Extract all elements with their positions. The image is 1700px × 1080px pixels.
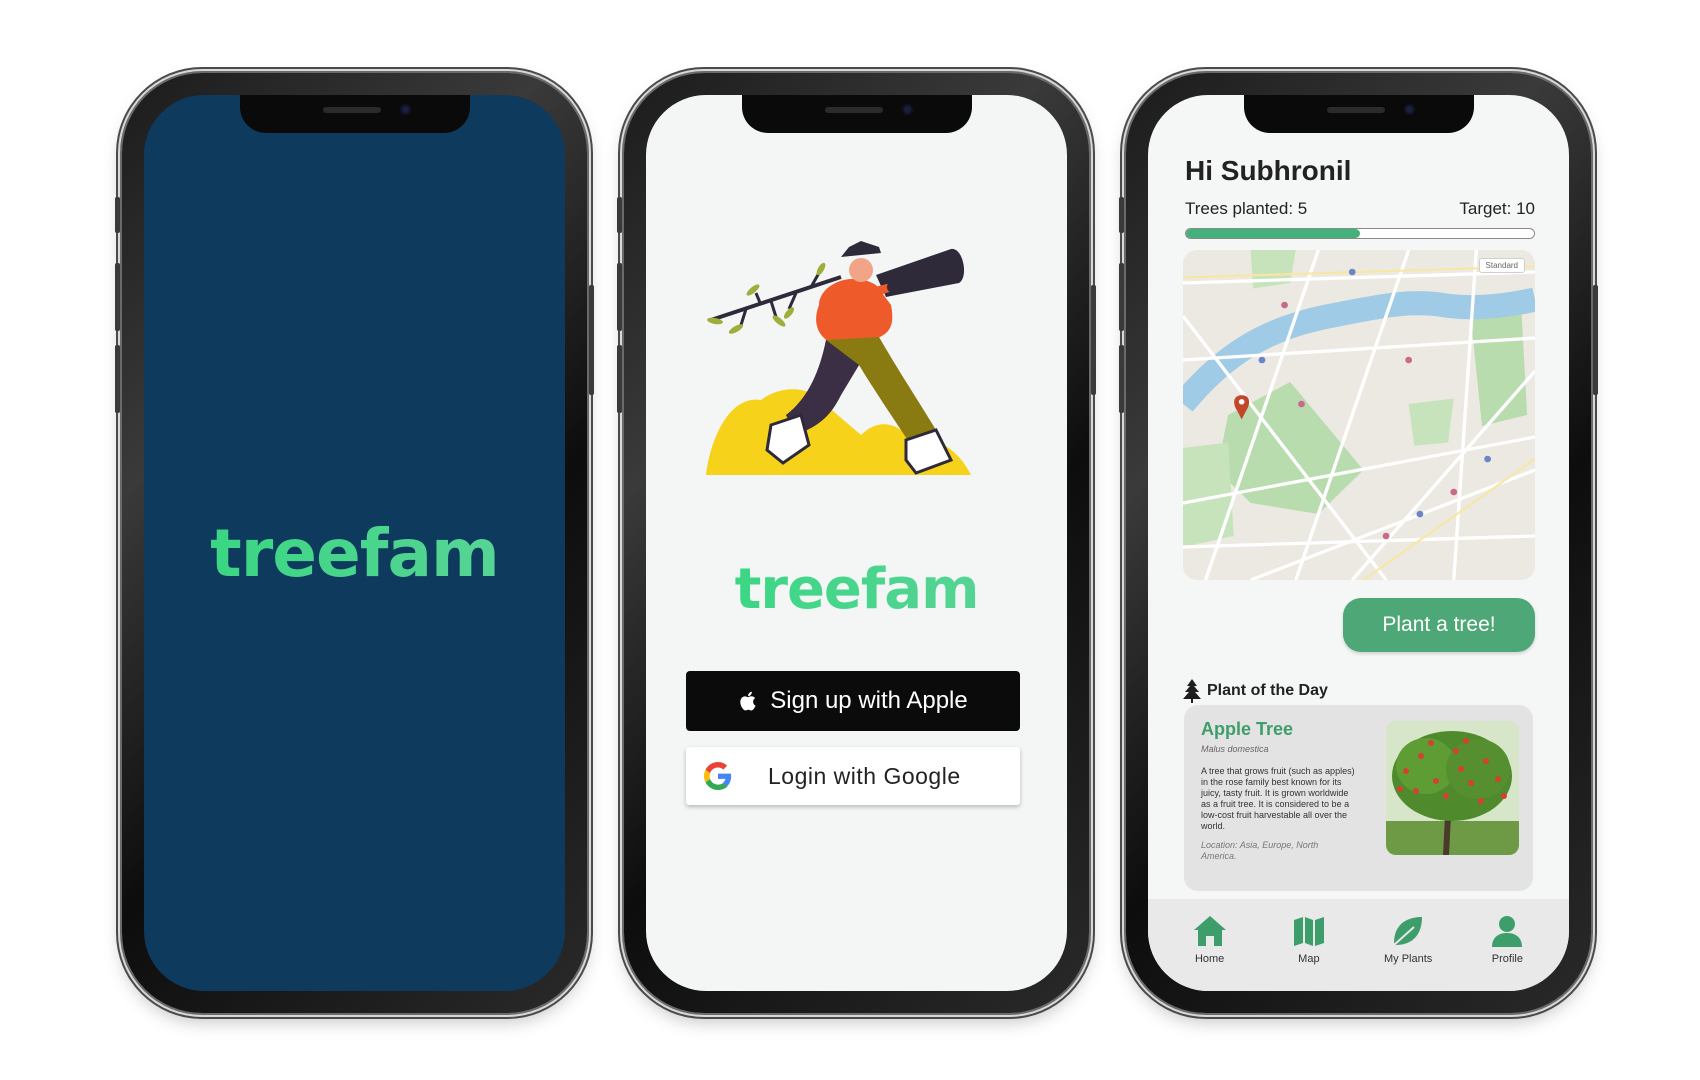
notch — [741, 95, 972, 133]
apple-icon — [740, 691, 756, 711]
plant-of-day-heading: Plant of the Day — [1183, 679, 1328, 703]
leaf-icon — [1393, 917, 1423, 946]
greeting-title: Hi Subhronil — [1185, 155, 1352, 186]
tab-label: Map — [1298, 953, 1320, 965]
home-screen: Hi Subhronil Trees planted: 5 Target: 10 — [1148, 95, 1569, 991]
progress-fill — [1186, 229, 1360, 238]
notch — [239, 95, 470, 133]
phone-home: Hi Subhronil Trees planted: 5 Target: 10 — [1119, 73, 1598, 1013]
phone-login: treefam Sign up with Apple Login with Go… — [617, 73, 1096, 1013]
app-logo: treefam — [144, 515, 565, 592]
home-icon — [1193, 916, 1226, 946]
plant-of-day-card[interactable]: Apple Tree Malus domestica A tree that g… — [1184, 705, 1533, 891]
profile-icon — [1492, 916, 1523, 947]
notch — [1243, 95, 1474, 133]
pine-tree-icon — [1183, 679, 1201, 703]
plant-scientific-name: Malus domestica — [1201, 744, 1269, 754]
tab-my-plants[interactable]: My Plants — [1368, 899, 1448, 991]
map-type-select[interactable]: Standard — [1478, 258, 1525, 273]
login-screen: treefam Sign up with Apple Login with Go… — [646, 95, 1067, 991]
lumberjack-illustration — [706, 241, 971, 475]
map-canvas[interactable] — [1183, 250, 1535, 580]
apple-button-label: Sign up with Apple — [770, 687, 968, 714]
google-button-label: Login with Google — [768, 763, 961, 789]
target-count: Target: 10 — [1459, 199, 1535, 218]
google-icon — [704, 762, 732, 790]
app-logo: treefam — [646, 557, 1067, 622]
tab-profile[interactable]: Profile — [1467, 899, 1547, 991]
plant-tree-button[interactable]: Plant a tree! — [1343, 598, 1535, 652]
plant-description: A tree that grows fruit (such as apples)… — [1201, 766, 1355, 831]
trees-planted-count: Trees planted: 5 — [1185, 199, 1308, 218]
map-view[interactable]: Standard — [1183, 250, 1535, 580]
bottom-tab-bar: Home Map My Plants Profile — [1148, 899, 1569, 991]
plant-location: Location: Asia, Europe, North America. — [1201, 840, 1319, 861]
plant-of-day-title: Plant of the Day — [1207, 682, 1328, 699]
tab-home[interactable]: Home — [1170, 899, 1250, 991]
showcase: treefam treefam Sign up with Apple Login… — [0, 0, 1700, 1080]
tree-stats: Trees planted: 5 Target: 10 — [1185, 199, 1535, 219]
apple-tree-image — [1386, 721, 1519, 855]
splash-screen: treefam — [144, 95, 565, 991]
sign-up-apple-button[interactable]: Sign up with Apple — [686, 671, 1020, 731]
tab-map[interactable]: Map — [1269, 899, 1349, 991]
login-google-button[interactable]: Login with Google — [686, 747, 1020, 805]
plant-name: Apple Tree — [1201, 719, 1294, 739]
tab-label: Profile — [1491, 953, 1523, 965]
planting-progress-bar — [1185, 228, 1535, 239]
tab-label: Home — [1194, 953, 1225, 965]
map-icon — [1293, 917, 1324, 946]
tab-label: My Plants — [1383, 953, 1433, 965]
phone-splash: treefam — [115, 73, 594, 1013]
